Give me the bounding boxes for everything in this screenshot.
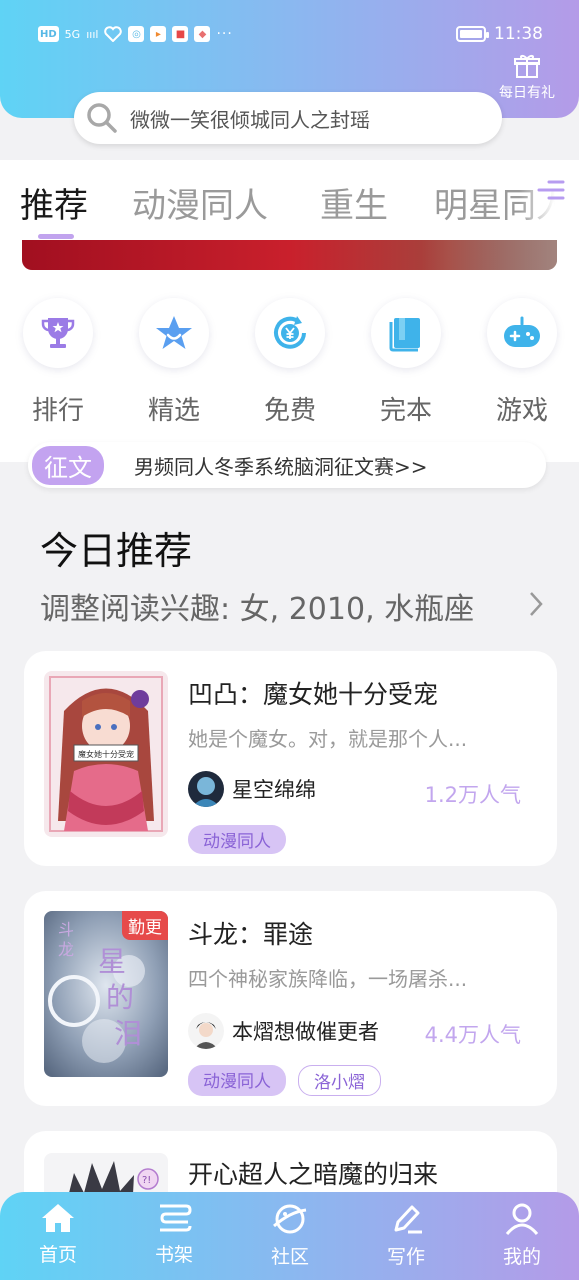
tag-chip[interactable]: 动漫同人 bbox=[188, 1065, 286, 1096]
book-cover[interactable]: 斗 龙 星 的 泪 勤更 bbox=[44, 911, 168, 1077]
book-cover-art: 魔女她十分受宠 bbox=[44, 671, 168, 837]
shortcut-ranking-label: 排行 bbox=[31, 396, 84, 426]
reading-interest-link[interactable]: 调整阅读兴趣: 女, 2010, 水瓶座 bbox=[40, 584, 474, 628]
daily-gift-button[interactable]: 每日有礼 bbox=[491, 54, 563, 102]
app-notification-icon-2: ▸ bbox=[150, 26, 167, 42]
tag-chip[interactable]: 动漫同人 bbox=[188, 825, 286, 854]
shortcut-featured-circle bbox=[139, 298, 209, 368]
network-label: 5G bbox=[64, 27, 81, 41]
popularity: 1.2万人气 bbox=[424, 783, 521, 807]
book-title[interactable]: 凹凸：魔女她十分受宠 bbox=[188, 675, 438, 711]
svg-text:斗: 斗 bbox=[58, 920, 74, 939]
planet-icon bbox=[273, 1204, 307, 1234]
author-name: 星空绵绵 bbox=[232, 778, 316, 802]
app-notification-icon-3: ■ bbox=[172, 26, 189, 42]
tab-anime-fanfic[interactable]: 动漫同人 bbox=[132, 178, 268, 227]
app-notification-icon-4: ◆ bbox=[194, 26, 211, 42]
nav-community[interactable]: 社区 bbox=[250, 1202, 330, 1269]
nav-home-label: 首页 bbox=[38, 1244, 77, 1266]
shortcut-completed-circle bbox=[371, 298, 441, 368]
avatar bbox=[188, 1013, 224, 1049]
more-notifications-icon: ··· bbox=[216, 26, 233, 42]
book-description: 四个神秘家族降临，一场屠杀... bbox=[188, 967, 468, 991]
gift-icon bbox=[514, 55, 540, 78]
daily-gift-label: 每日有礼 bbox=[499, 85, 555, 101]
hd-icon: HD bbox=[38, 26, 59, 42]
svg-text:泪: 泪 bbox=[114, 1017, 142, 1050]
shortcut-featured[interactable]: 精选 bbox=[134, 298, 214, 427]
search-placeholder: 微微一笑很倾城同人之封瑶 bbox=[130, 107, 370, 132]
avatar bbox=[188, 771, 224, 807]
app-notification-icon: ◎ bbox=[128, 26, 145, 42]
book-card[interactable]: 斗 龙 星 的 泪 勤更 斗龙：罪途 四个神秘家族降临，一场屠杀... 本熠想做… bbox=[24, 891, 557, 1106]
nav-profile-label: 我的 bbox=[502, 1246, 541, 1268]
shortcut-completed-label: 完本 bbox=[379, 396, 432, 426]
shortcut-games-circle bbox=[487, 298, 557, 368]
star-icon bbox=[156, 316, 192, 349]
shortcut-free-circle bbox=[255, 298, 325, 368]
tab-indicator bbox=[38, 234, 74, 239]
cover-title-text: 魔女她十分受宠 bbox=[78, 749, 134, 759]
nav-write[interactable]: 写作 bbox=[366, 1202, 446, 1269]
shortcut-free[interactable]: 免费 bbox=[250, 298, 330, 427]
shortcut-featured-label: 精选 bbox=[147, 396, 200, 426]
category-tabs: 推荐 动漫同人 重生 明星同人 bbox=[0, 160, 579, 240]
tab-rebirth[interactable]: 重生 bbox=[320, 178, 388, 227]
svg-text:的: 的 bbox=[106, 981, 134, 1014]
yuan-cycle-icon bbox=[274, 316, 306, 349]
search-icon bbox=[87, 103, 117, 133]
book-tags: 动漫同人 bbox=[188, 825, 286, 854]
shortcut-games[interactable]: 游戏 bbox=[482, 298, 562, 427]
banner-carousel[interactable] bbox=[22, 240, 557, 270]
battery-icon bbox=[456, 26, 489, 42]
trophy-icon bbox=[41, 318, 75, 348]
section-title: 今日推荐 bbox=[40, 529, 193, 573]
search-input[interactable]: 微微一笑很倾城同人之封瑶 bbox=[74, 92, 502, 144]
nav-community-label: 社区 bbox=[270, 1246, 309, 1268]
tab-menu-icon[interactable] bbox=[535, 176, 565, 206]
tag-chip[interactable]: 洛小熠 bbox=[298, 1065, 381, 1096]
frequent-update-badge: 勤更 bbox=[122, 911, 168, 940]
book-description: 她是个魔女。对，就是那个人... bbox=[188, 727, 468, 751]
svg-text:龙: 龙 bbox=[58, 940, 74, 959]
nav-profile[interactable]: 我的 bbox=[482, 1202, 562, 1269]
book-tags: 动漫同人 洛小熠 bbox=[188, 1065, 381, 1096]
shortcut-ranking-circle bbox=[23, 298, 93, 368]
contest-text: 男频同人冬季系统脑洞征文赛>> bbox=[134, 454, 428, 479]
book-cover[interactable]: 魔女她十分受宠 bbox=[44, 671, 168, 837]
shortcut-completed[interactable]: 完本 bbox=[366, 298, 446, 427]
book-author[interactable]: 本熠想做催更者 bbox=[188, 1013, 379, 1049]
book-author[interactable]: 星空绵绵 bbox=[188, 771, 316, 807]
pen-icon bbox=[394, 1205, 422, 1234]
nav-bookshelf-label: 书架 bbox=[154, 1244, 193, 1266]
svg-text:?!: ?! bbox=[142, 1175, 151, 1186]
contest-notice[interactable]: 征文 男频同人冬季系统脑洞征文赛>> bbox=[28, 442, 546, 488]
contest-tag: 征文 bbox=[32, 445, 104, 485]
book-title[interactable]: 开心超人之暗魔的归来 bbox=[188, 1155, 438, 1191]
shortcut-ranking[interactable]: 排行 bbox=[18, 298, 98, 427]
home-icon bbox=[42, 1204, 74, 1232]
bottom-navigation: 首页 书架 社区 写作 我的 bbox=[0, 1192, 579, 1280]
popularity: 4.4万人气 bbox=[424, 1023, 521, 1047]
tab-recommend[interactable]: 推荐 bbox=[20, 178, 88, 227]
chevron-right-icon[interactable] bbox=[528, 590, 544, 618]
nav-write-label: 写作 bbox=[386, 1246, 425, 1268]
shortcut-games-label: 游戏 bbox=[495, 396, 548, 426]
user-icon bbox=[505, 1203, 539, 1235]
nav-bookshelf[interactable]: 书架 bbox=[134, 1202, 214, 1267]
book-title[interactable]: 斗龙：罪途 bbox=[188, 915, 313, 951]
signal-icon: ıııl bbox=[86, 27, 99, 41]
book-icon bbox=[389, 318, 420, 352]
gamepad-icon bbox=[504, 316, 540, 347]
status-left: HD 5G ıııl ◎ ▸ ■ ◆ ··· bbox=[38, 26, 233, 42]
author-name: 本熠想做催更者 bbox=[232, 1020, 379, 1044]
clock: 11:38 bbox=[494, 24, 543, 44]
nav-home[interactable]: 首页 bbox=[18, 1202, 98, 1267]
heart-icon bbox=[104, 26, 123, 42]
bookshelf-icon bbox=[160, 1204, 192, 1232]
svg-text:星: 星 bbox=[98, 945, 126, 978]
shortcut-free-label: 免费 bbox=[263, 396, 316, 426]
status-right: 11:38 bbox=[456, 24, 543, 44]
book-card[interactable]: 魔女她十分受宠 凹凸：魔女她十分受宠 她是个魔女。对，就是那个人... 星空绵绵… bbox=[24, 651, 557, 866]
